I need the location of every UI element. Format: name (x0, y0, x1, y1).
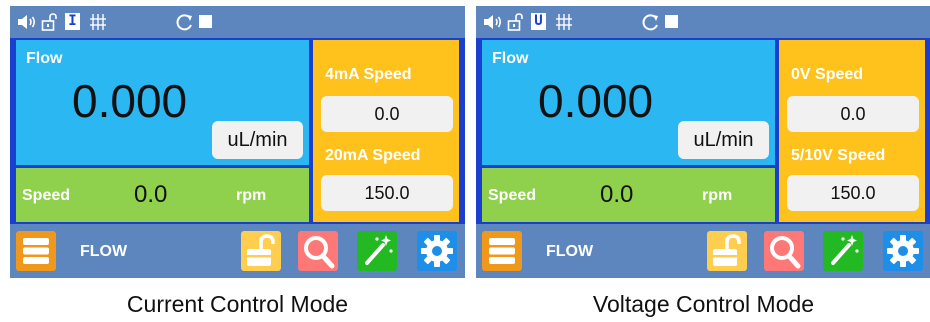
flow-label: Flow (492, 50, 529, 67)
refresh-icon[interactable] (642, 13, 660, 31)
search-button[interactable] (764, 231, 804, 271)
unlock-button-icon (713, 234, 741, 266)
flow-display: Flow 0.000 uL/min (16, 40, 309, 165)
stop-icon[interactable] (665, 15, 678, 28)
high-speed-label: 5/10V Speed (791, 147, 886, 164)
bottom-toolbar: FLOW (476, 224, 930, 278)
speaker-icon[interactable] (17, 13, 37, 31)
flow-value: 0.000 (538, 75, 654, 127)
flow-unit-button[interactable]: uL/min (212, 121, 303, 159)
menu-button[interactable] (16, 231, 56, 271)
speaker-icon[interactable] (483, 13, 503, 31)
flow-unit-button[interactable]: uL/min (678, 121, 769, 159)
current-mode-caption: Current Control Mode (126, 291, 349, 317)
unlock-button[interactable] (707, 231, 747, 271)
menu-icon (23, 238, 49, 264)
status-bar: I (10, 6, 465, 38)
unlock-icon[interactable] (507, 13, 525, 31)
speed-display: Speed 0.0 rpm (16, 168, 309, 222)
bottom-toolbar: FLOW (10, 224, 465, 278)
speed-unit: rpm (236, 187, 267, 204)
low-speed-label: 4mA Speed (325, 66, 412, 83)
voltage-mode-caption: Voltage Control Mode (592, 291, 815, 317)
speed-unit: rpm (702, 187, 733, 204)
settings-button[interactable] (883, 231, 923, 271)
stop-icon[interactable] (199, 15, 212, 28)
settings-button[interactable] (417, 231, 457, 271)
wand-icon (365, 235, 393, 265)
status-bar: U (476, 6, 930, 38)
flow-label: Flow (26, 50, 63, 67)
high-speed-input[interactable]: 150.0 (321, 175, 453, 211)
calibrate-button[interactable] (823, 231, 863, 271)
low-speed-label: 0V Speed (791, 66, 864, 83)
current-page-label: FLOW (80, 243, 128, 260)
search-icon (770, 236, 801, 269)
speed-value: 0.0 (134, 181, 168, 208)
flow-channels-icon[interactable] (555, 13, 573, 31)
speed-label: Speed (488, 187, 537, 204)
gear-icon (421, 235, 453, 267)
menu-icon (489, 238, 515, 264)
unlock-icon[interactable] (41, 13, 59, 31)
unlock-button-icon (247, 234, 275, 266)
mode-letter-icon: I (65, 13, 80, 30)
speed-display: Speed 0.0 rpm (482, 168, 775, 222)
speed-value: 0.0 (600, 181, 634, 208)
menu-button[interactable] (482, 231, 522, 271)
speed-label: Speed (22, 187, 71, 204)
flow-channels-icon[interactable] (89, 13, 107, 31)
search-icon (304, 236, 335, 269)
flow-value: 0.000 (72, 75, 188, 127)
gear-icon (887, 235, 919, 267)
wand-icon (831, 235, 859, 265)
current-page-label: FLOW (546, 243, 594, 260)
unlock-button[interactable] (241, 231, 281, 271)
calibrate-button[interactable] (357, 231, 397, 271)
analog-speed-settings: 0V Speed 0.0 5/10V Speed 150.0 (779, 40, 925, 222)
low-speed-input[interactable]: 0.0 (321, 96, 453, 132)
current-mode-screen: I Flow 0.000 uL/min Speed 0.0 rpm 4mA Sp… (10, 6, 465, 278)
high-speed-input[interactable]: 150.0 (787, 175, 919, 211)
search-button[interactable] (298, 231, 338, 271)
flow-display: Flow 0.000 uL/min (482, 40, 775, 165)
analog-speed-settings: 4mA Speed 0.0 20mA Speed 150.0 (313, 40, 459, 222)
high-speed-label: 20mA Speed (325, 147, 421, 164)
mode-letter-icon: U (531, 13, 546, 30)
low-speed-input[interactable]: 0.0 (787, 96, 919, 132)
voltage-mode-screen: U Flow 0.000 uL/min Speed 0.0 rpm 0V Spe… (476, 6, 930, 278)
refresh-icon[interactable] (176, 13, 194, 31)
